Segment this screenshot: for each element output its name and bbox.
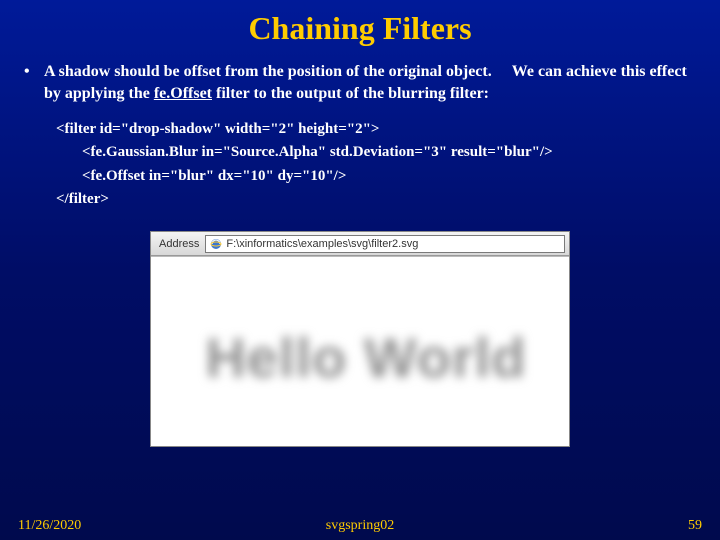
address-field: F:\xinformatics\examples\svg\filter2.svg [205, 235, 565, 253]
bullet-part3: filter to the output of the blurring fil… [212, 85, 489, 102]
slide-body: • A shadow should be offset from the pos… [0, 47, 720, 447]
bullet-text: A shadow should be offset from the posit… [44, 61, 700, 104]
code-line-3: <fe.Offset in="blur" dx="10" dy="10"/> [56, 165, 700, 188]
footer-page: 59 [688, 518, 702, 534]
footer-center: svgspring02 [326, 518, 394, 534]
code-line-2: <fe.Gaussian.Blur in="Source.Alpha" std.… [56, 141, 700, 164]
slide-title: Chaining Filters [0, 0, 720, 47]
bullet-underlined: fe.Offset [154, 85, 212, 102]
browser-address-bar: Address F:\xinformatics\examples\svg\fil… [151, 232, 569, 256]
blurred-example-text: Hello World [205, 325, 526, 390]
code-line-1: <filter id="drop-shadow" width="2" heigh… [56, 118, 700, 141]
example-figure: Address F:\xinformatics\examples\svg\fil… [150, 231, 570, 447]
footer-date: 11/26/2020 [18, 518, 81, 534]
address-label: Address [151, 238, 205, 250]
address-path: F:\xinformatics\examples\svg\filter2.svg [226, 238, 418, 250]
bullet-part1: A shadow should be offset from the posit… [44, 63, 492, 80]
bullet-marker: • [20, 61, 44, 104]
ie-icon [210, 238, 222, 250]
bullet-item: • A shadow should be offset from the pos… [20, 61, 700, 104]
code-block: <filter id="drop-shadow" width="2" heigh… [20, 104, 700, 211]
render-canvas: Hello World [151, 256, 569, 446]
slide-footer: 11/26/2020 svgspring02 59 [0, 518, 720, 534]
code-line-4: </filter> [56, 188, 700, 211]
